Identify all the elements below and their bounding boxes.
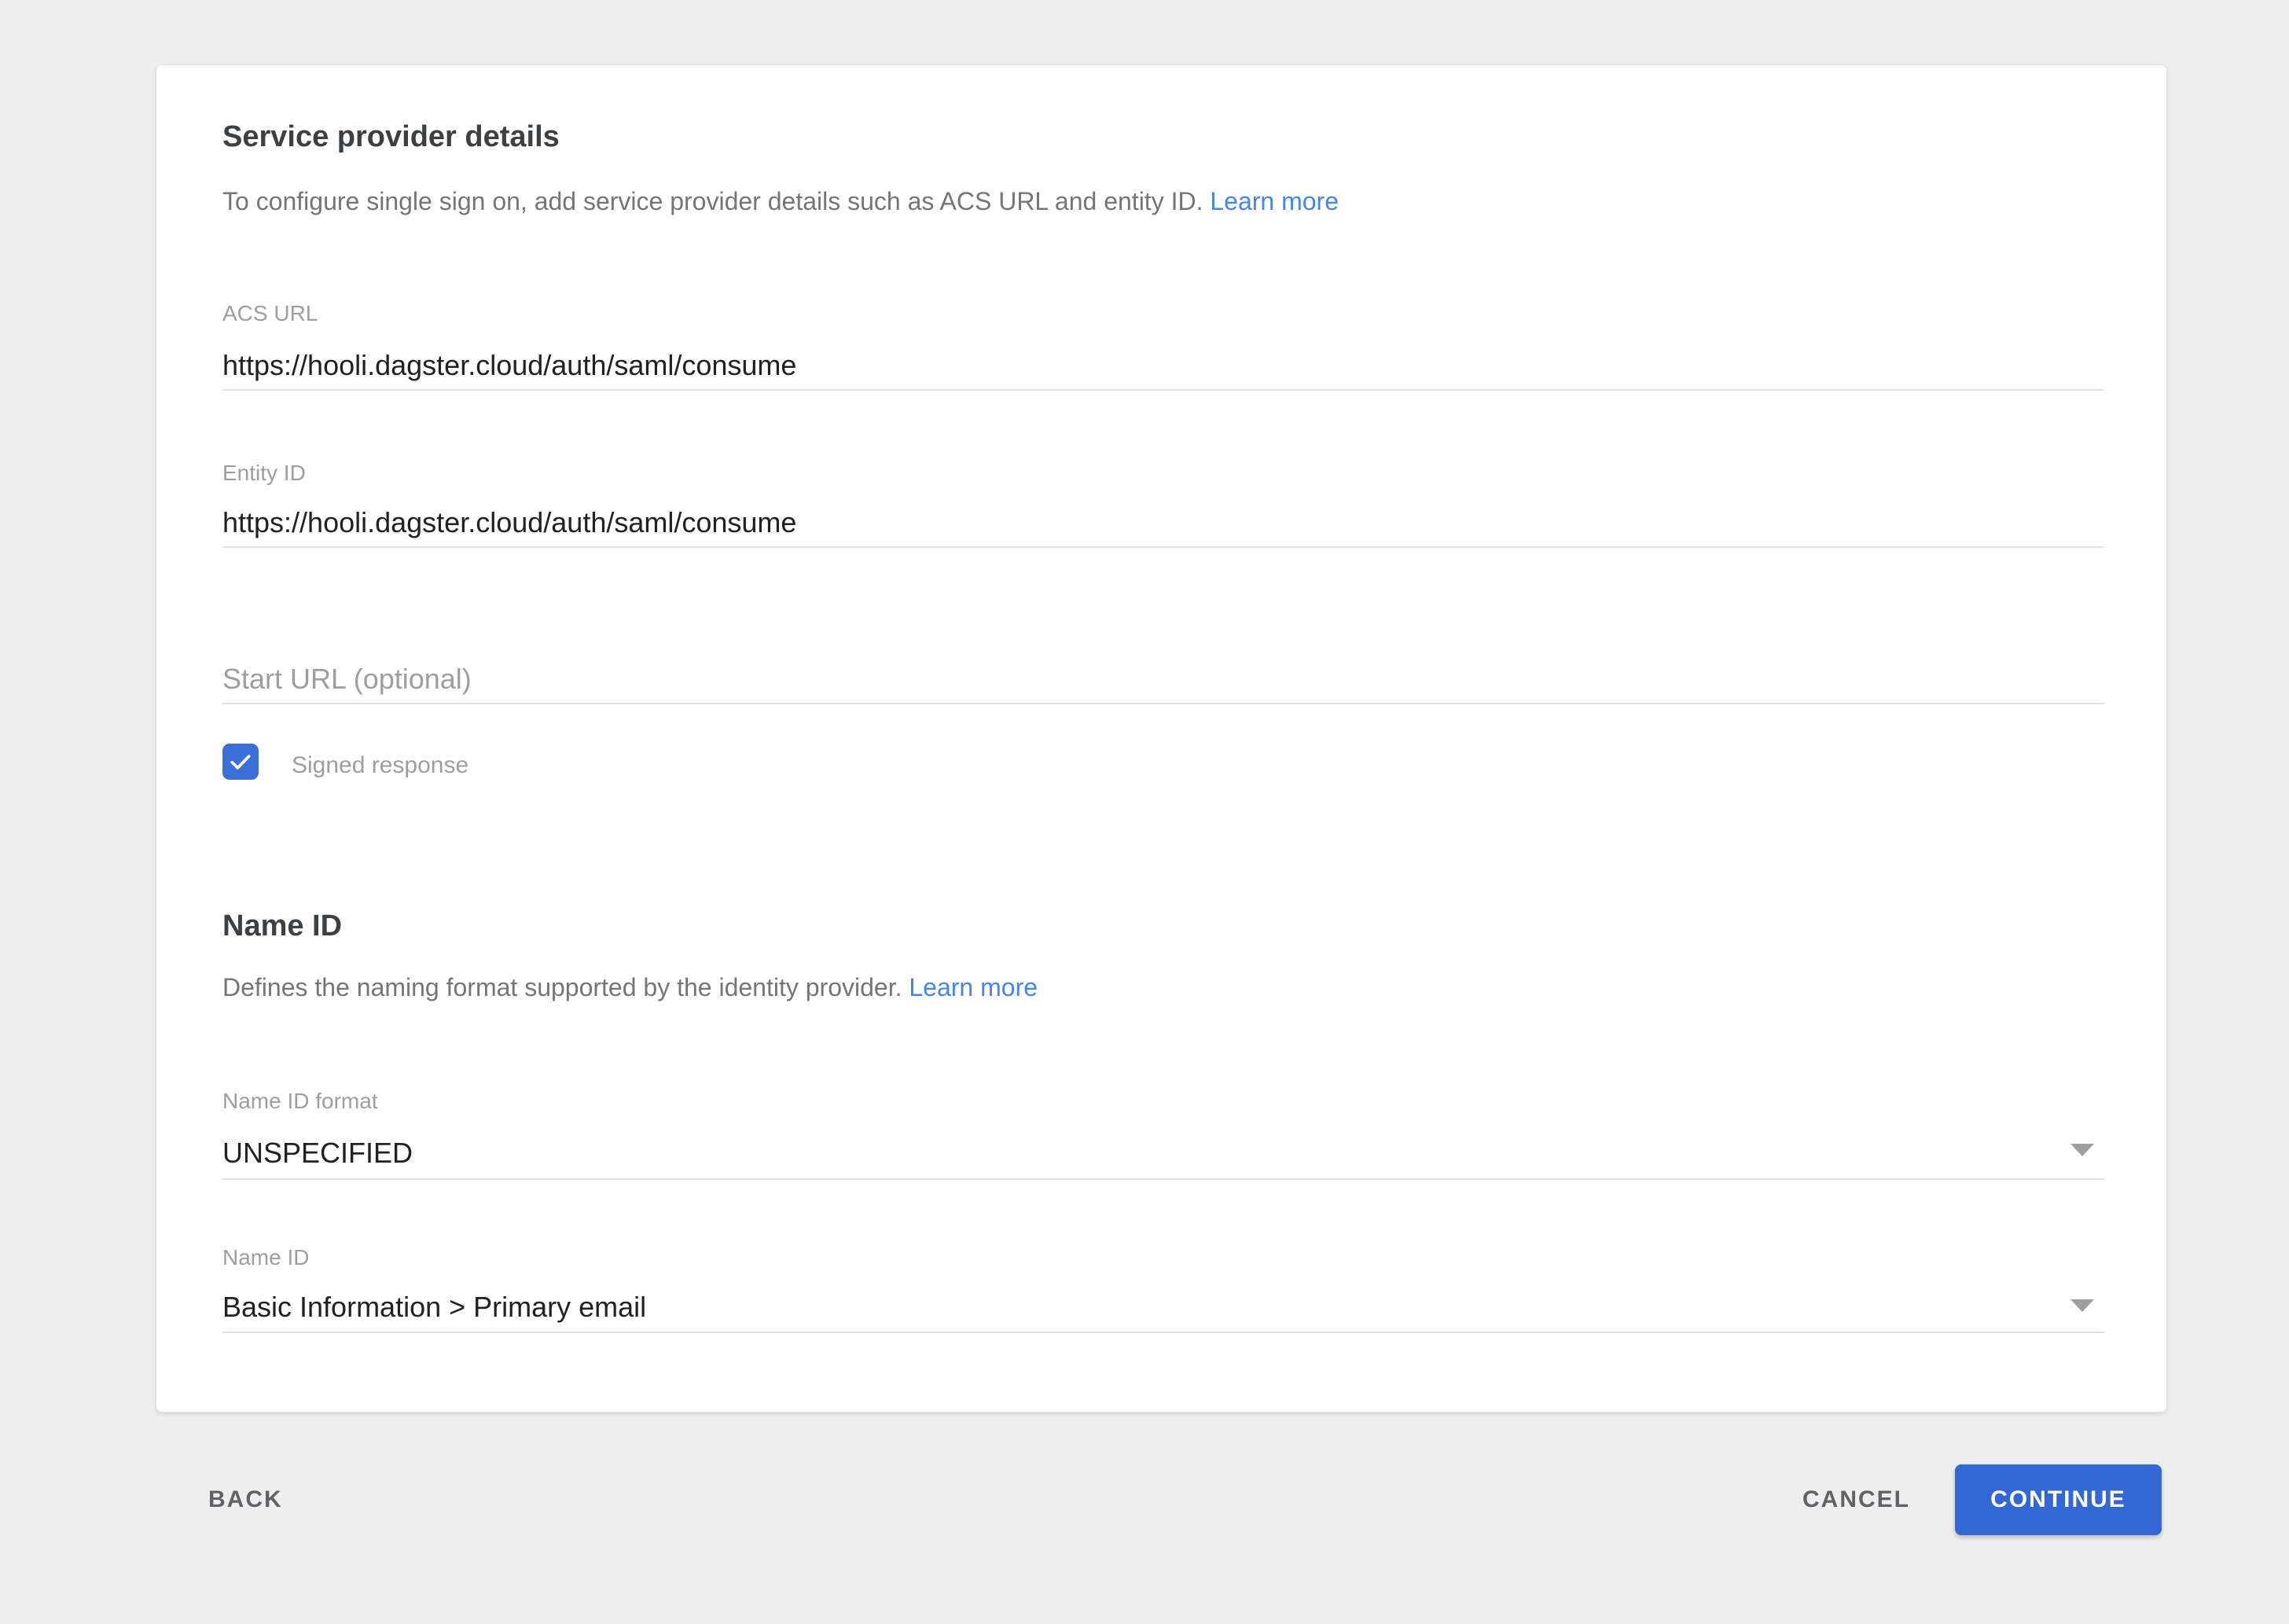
name-id-learn-more-link[interactable]: Learn more [909,973,1038,1001]
name-id-underline [222,1332,2104,1333]
cancel-button[interactable]: CANCEL [1787,1478,1926,1522]
name-id-section-title: Name ID [222,908,342,944]
name-id-format-underline [222,1178,2104,1180]
name-id-description-text: Defines the naming format supported by t… [222,973,902,1001]
name-id-select[interactable]: Basic Information > Primary email [222,1290,2030,1325]
checkmark-icon [227,748,254,775]
provider-description: To configure single sign on, add service… [222,185,1339,218]
chevron-down-icon[interactable] [2070,1144,2094,1156]
card-title: Service provider details [222,119,560,155]
signed-response-label: Signed response [292,751,468,781]
entity-id-input[interactable] [222,499,2104,548]
chevron-down-icon[interactable] [2070,1299,2094,1312]
provider-description-text: To configure single sign on, add service… [222,187,1203,215]
name-id-format-label: Name ID format [222,1089,378,1114]
acs-url-input[interactable] [222,342,2104,391]
entity-id-label: Entity ID [222,461,306,486]
start-url-input[interactable] [222,656,2104,704]
back-button[interactable]: BACK [193,1478,299,1522]
name-id-format-select[interactable]: UNSPECIFIED [222,1136,2030,1170]
continue-button[interactable]: CONTINUE [1955,1464,2162,1535]
signed-response-checkbox[interactable] [222,744,259,780]
sso-config-page: Service provider details To configure si… [0,0,2289,1624]
acs-url-label: ACS URL [222,301,318,326]
provider-learn-more-link[interactable]: Learn more [1210,187,1339,215]
name-id-description: Defines the naming format supported by t… [222,971,1038,1004]
service-provider-card: Service provider details To configure si… [156,64,2167,1413]
name-id-label: Name ID [222,1245,309,1270]
